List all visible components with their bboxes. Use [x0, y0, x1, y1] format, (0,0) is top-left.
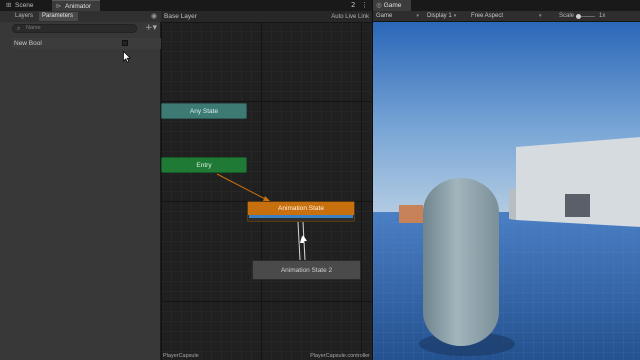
tab-game[interactable]: ◎ Game: [373, 0, 411, 11]
chevron-down-icon: ▾: [416, 13, 419, 19]
chevron-down-icon: ▾: [453, 13, 457, 19]
search-icon: ⌕: [17, 25, 21, 32]
scene-icon: ⊞: [6, 1, 12, 9]
tab-scene[interactable]: ⊞ Scene: [2, 0, 50, 11]
transition-entry-to-animation-state: [216, 173, 270, 202]
graph-footer: PlayerCapsule PlayerCapsule.controller: [161, 350, 372, 360]
parameter-search-input[interactable]: ⌕ Name: [12, 24, 137, 33]
add-parameter-button[interactable]: +▾: [145, 23, 159, 34]
animator-graph[interactable]: Base Layer Auto Live Link Any State Entr…: [161, 11, 372, 360]
chevron-down-icon: ▾: [539, 13, 542, 19]
display-value: Display 1: [427, 13, 452, 19]
parameters-panel-toolbar: Layers Parameters ◉: [0, 11, 161, 22]
game-mode-value: Game: [376, 13, 393, 19]
editor-tab-strip: ⊞ Scene ⊳ Animator 2 ⋮: [0, 0, 372, 11]
transition-lines: [216, 173, 307, 261]
node-animation-state-label: Animation State: [248, 202, 354, 215]
node-animation-state[interactable]: Animation State: [247, 201, 355, 222]
tab-animator-label: Animator: [65, 3, 92, 10]
block-window: [565, 194, 590, 217]
node-animation-state-2[interactable]: Animation State 2: [252, 260, 361, 280]
aspect-dropdown[interactable]: Free Aspect ▾: [471, 11, 542, 22]
transition-animation-state-to-2: [297, 221, 301, 261]
parameter-row[interactable]: New Bool: [12, 38, 161, 49]
parameter-name[interactable]: New Bool: [14, 38, 42, 49]
lock-icon[interactable]: 2: [351, 0, 355, 11]
display-dropdown[interactable]: Display 1 ▾: [427, 11, 456, 22]
tab-animator[interactable]: ⊳ Animator: [52, 0, 100, 11]
subtab-parameters[interactable]: Parameters: [39, 12, 78, 21]
node-animation-state-progress: [249, 215, 353, 218]
parameter-bool-checkbox[interactable]: [122, 40, 128, 46]
scale-slider[interactable]: [576, 14, 595, 19]
search-placeholder: Name: [26, 25, 41, 31]
footer-controller-path: PlayerCapsule.controller: [310, 353, 370, 359]
eye-icon[interactable]: ◉: [151, 12, 157, 20]
orange-wall: [399, 205, 423, 223]
parameters-panel: Layers Parameters ◉ ⌕ Name +▾ New Bool: [0, 11, 161, 360]
node-entry[interactable]: Entry: [161, 157, 247, 173]
game-icon: ◎: [376, 1, 382, 9]
game-viewport[interactable]: [373, 22, 640, 360]
aspect-value: Free Aspect: [471, 13, 504, 19]
subtab-layers[interactable]: Layers: [12, 12, 39, 21]
white-block-side: [509, 189, 516, 220]
tab-game-label: Game: [383, 2, 402, 9]
scale-slider-knob[interactable]: [576, 14, 581, 19]
scale-value: 1x: [599, 13, 606, 19]
mouse-cursor-icon: [123, 51, 131, 63]
more-options-icon[interactable]: ⋮: [361, 0, 368, 11]
footer-controller-name: PlayerCapsule: [163, 353, 199, 359]
game-view-panel: ◎ Game Game ▾ Display 1 ▾ Free Aspect ▾ Scal…: [372, 0, 640, 360]
tab-scene-label: Scene: [15, 2, 34, 9]
game-toolbar: Game ▾ Display 1 ▾ Free Aspect ▾ Scale 1x: [373, 11, 640, 22]
game-mode-dropdown[interactable]: Game ▾: [376, 11, 419, 22]
player-capsule: [423, 178, 499, 346]
scale-label: Scale: [559, 13, 575, 19]
game-scene-render: [373, 22, 640, 360]
node-any-state[interactable]: Any State: [161, 103, 247, 119]
